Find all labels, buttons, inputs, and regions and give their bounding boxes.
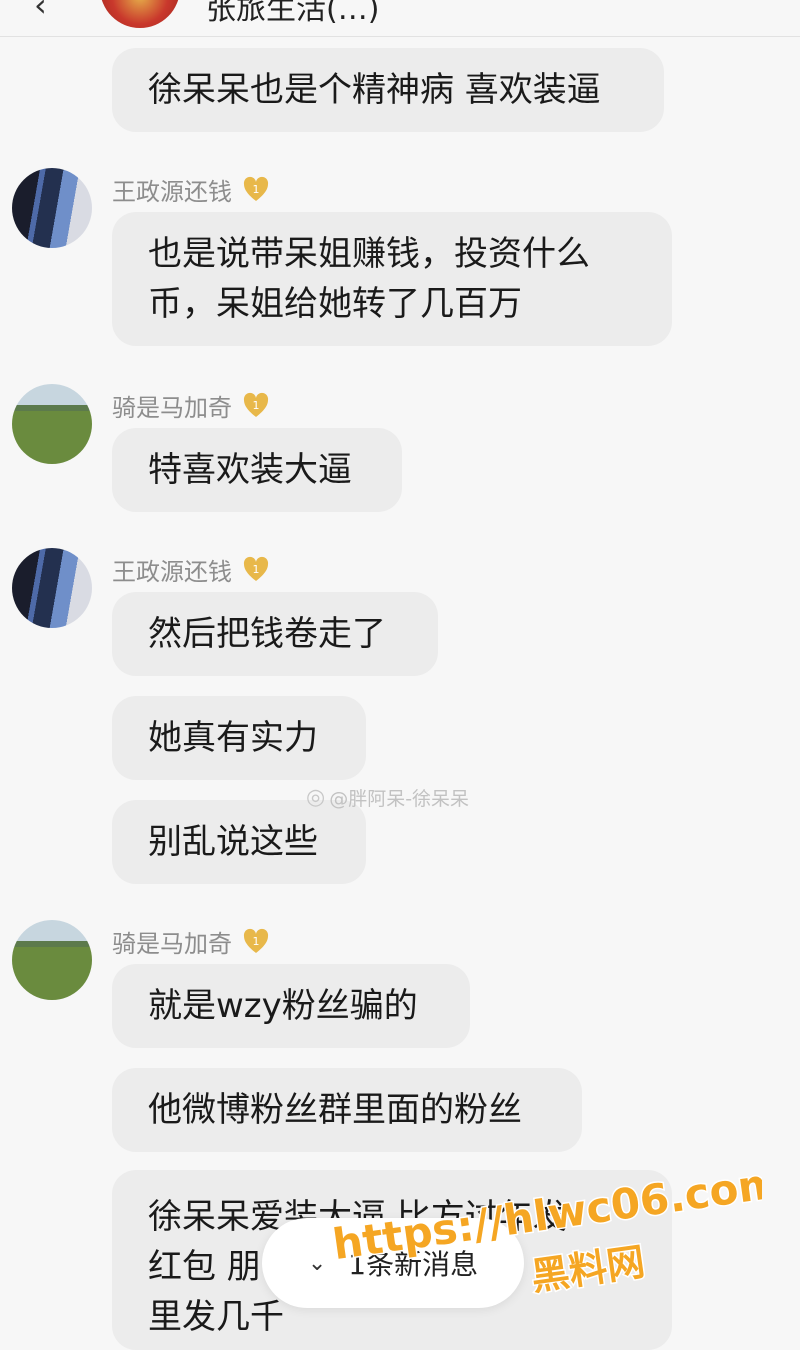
message-bubble[interactable]: 她真有实力: [112, 696, 366, 780]
sender-label: 骑是马加奇: [112, 930, 232, 958]
message-bubble[interactable]: 就是wzy粉丝骗的: [112, 964, 470, 1048]
weibo-watermark: ◎ @胖阿呆-徐呆呆: [306, 784, 469, 811]
sender-label: 王政源还钱: [112, 178, 232, 206]
avatar-qi-shi-ma-jia-qi[interactable]: [12, 384, 92, 464]
weibo-logo-icon: ◎: [306, 785, 326, 810]
sender-name: 骑是马加奇 1: [112, 388, 270, 423]
sender-label: 王政源还钱: [112, 558, 232, 586]
fan-badge-icon: 1: [243, 928, 269, 953]
group-avatar[interactable]: [100, 0, 180, 28]
sender-name: 骑是马加奇 1: [112, 924, 270, 959]
new-message-button[interactable]: ⌄ 1条新消息: [262, 1218, 524, 1308]
new-message-label: 1条新消息: [348, 1248, 479, 1281]
sender-name: 王政源还钱 1: [112, 172, 270, 207]
svg-text:1: 1: [253, 399, 260, 412]
fan-badge-icon: 1: [243, 392, 269, 417]
avatar-wang-zhengyuan[interactable]: [12, 548, 92, 628]
chat-header: ‹ 张旅生活(…): [0, 0, 800, 37]
watermark-text: @胖阿呆-徐呆呆: [329, 788, 470, 810]
avatar-qi-shi-ma-jia-qi[interactable]: [12, 920, 92, 1000]
message-bubble[interactable]: 别乱说这些: [112, 800, 366, 884]
message-bubble[interactable]: 他微博粉丝群里面的粉丝: [112, 1068, 582, 1152]
svg-text:1: 1: [253, 183, 260, 196]
svg-text:1: 1: [253, 935, 260, 948]
bubble-line: 也是说带呆姐赚钱，投资什么: [148, 234, 590, 274]
svg-text:1: 1: [253, 563, 260, 576]
message-bubble[interactable]: 然后把钱卷走了: [112, 592, 438, 676]
chevron-double-down-icon: ⌄: [307, 1250, 327, 1276]
message-bubble[interactable]: 徐呆呆也是个精神病 喜欢装逼: [112, 48, 664, 132]
chat-title[interactable]: 张旅生活(…): [206, 0, 379, 28]
back-icon[interactable]: ‹: [34, 0, 47, 24]
bubble-line: 币，呆姐给她转了几百万: [148, 284, 522, 324]
sender-name: 王政源还钱 1: [112, 552, 270, 587]
fan-badge-icon: 1: [243, 176, 269, 201]
avatar-wang-zhengyuan[interactable]: [12, 168, 92, 248]
message-bubble[interactable]: 特喜欢装大逼: [112, 428, 402, 512]
sender-label: 骑是马加奇: [112, 394, 232, 422]
fan-badge-icon: 1: [243, 556, 269, 581]
message-bubble[interactable]: 也是说带呆姐赚钱，投资什么 币，呆姐给她转了几百万: [112, 212, 672, 346]
